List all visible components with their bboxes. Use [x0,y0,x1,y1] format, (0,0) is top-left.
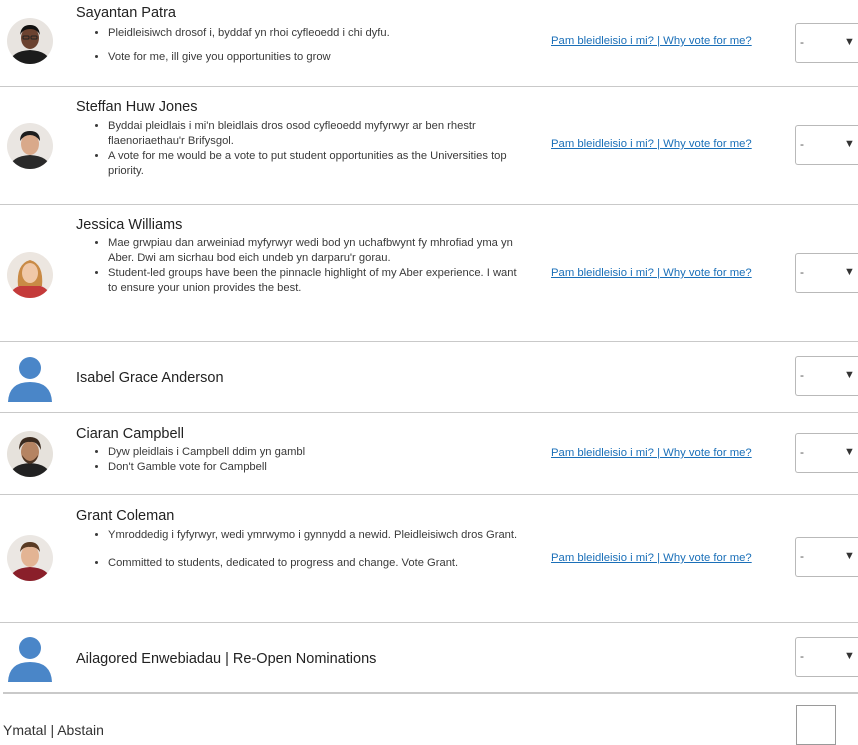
preference-value: - [800,137,804,151]
preference-select[interactable]: - ▼ [795,537,858,577]
caret-down-icon: ▼ [844,369,855,381]
preference-value: - [800,649,804,663]
ballot-list: Sayantan Patra Pleidleisiwch drosof i, b… [0,0,858,745]
abstain-label: Ymatal | Abstain [3,722,104,738]
why-vote-link[interactable]: Pam bleidleisio i mi? | Why vote for me? [551,552,752,564]
candidate-name: Grant Coleman [76,508,175,524]
why-vote-link[interactable]: Pam bleidleisio i mi? | Why vote for me? [551,447,752,459]
candidate-row: Ciaran Campbell Dyw pleidlais i Campbell… [0,413,858,495]
caret-down-icon: ▼ [844,138,855,150]
candidate-name: Ailagored Enwebiadau | Re-Open Nominatio… [76,651,377,667]
statement-welsh: Pleidleisiwch drosof i, byddaf yn rhoi c… [108,26,528,41]
section-divider [3,692,858,694]
candidate-statements: Mae grwpiau dan arweiniad myfyrwyr wedi … [91,236,528,296]
caret-down-icon: ▼ [844,550,855,562]
statement-welsh: Ymroddedig i fyfyrwyr, wedi ymrwymo i gy… [108,528,528,543]
candidate-row: Steffan Huw Jones Byddai pleidlais i mi'… [0,87,858,205]
candidate-photo [7,18,53,64]
preference-value: - [800,368,804,382]
preference-value: - [800,265,804,279]
statement-welsh: Dyw pleidlais i Campbell ddim yn gambl [108,445,528,460]
preference-select[interactable]: - ▼ [795,356,858,396]
statement-welsh: Mae grwpiau dan arweiniad myfyrwyr wedi … [108,236,528,266]
person-silhouette-icon [6,634,54,682]
candidate-name: Ciaran Campbell [76,426,184,442]
candidate-row: Ailagored Enwebiadau | Re-Open Nominatio… [0,623,858,692]
preference-value: - [800,35,804,49]
candidate-row: Sayantan Patra Pleidleisiwch drosof i, b… [0,0,858,87]
candidate-name: Sayantan Patra [76,5,176,21]
candidate-row: Isabel Grace Anderson - ▼ [0,342,858,413]
preference-select[interactable]: - ▼ [795,23,858,63]
candidate-row: Jessica Williams Mae grwpiau dan arweini… [0,205,858,342]
why-vote-link[interactable]: Pam bleidleisio i mi? | Why vote for me? [551,267,752,279]
candidate-row: Grant Coleman Ymroddedig i fyfyrwyr, wed… [0,495,858,623]
candidate-statements: Dyw pleidlais i Campbell ddim yn gambl D… [91,445,528,475]
candidate-name: Isabel Grace Anderson [76,370,224,386]
candidate-photo [7,431,53,477]
statement-english: Vote for me, ill give you opportunities … [108,50,528,65]
abstain-checkbox[interactable] [796,705,836,745]
candidate-name: Steffan Huw Jones [76,99,198,115]
preference-value: - [800,445,804,459]
statement-welsh: Byddai pleidlais i mi'n bleidlais dros o… [108,119,528,149]
preference-select[interactable]: - ▼ [795,253,858,293]
preference-select[interactable]: - ▼ [795,125,858,165]
candidate-statements: Byddai pleidlais i mi'n bleidlais dros o… [91,119,528,179]
caret-down-icon: ▼ [844,650,855,662]
candidate-photo [7,535,53,581]
statement-english: A vote for me would be a vote to put stu… [108,149,528,179]
why-vote-link[interactable]: Pam bleidleisio i mi? | Why vote for me? [551,138,752,150]
candidate-statements: Ymroddedig i fyfyrwyr, wedi ymrwymo i gy… [91,528,528,571]
candidate-photo [7,123,53,169]
caret-down-icon: ▼ [844,266,855,278]
candidate-statements: Pleidleisiwch drosof i, byddaf yn rhoi c… [91,26,528,65]
preference-select[interactable]: - ▼ [795,637,858,677]
person-silhouette-icon [6,354,54,402]
statement-english: Student-led groups have been the pinnacl… [108,266,528,296]
statement-english: Committed to students, dedicated to prog… [108,556,528,571]
candidate-name: Jessica Williams [76,217,183,233]
statement-english: Don't Gamble vote for Campbell [108,460,528,475]
preference-select[interactable]: - ▼ [795,433,858,473]
caret-down-icon: ▼ [844,446,855,458]
caret-down-icon: ▼ [844,36,855,48]
why-vote-link[interactable]: Pam bleidleisio i mi? | Why vote for me? [551,35,752,47]
preference-value: - [800,549,804,563]
candidate-photo [7,252,53,298]
